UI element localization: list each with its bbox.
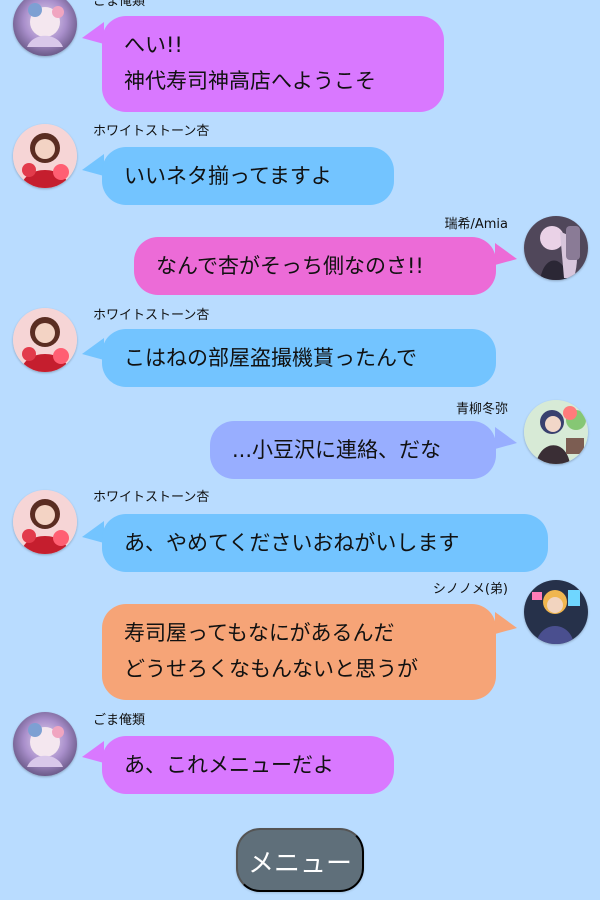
message-bubble[interactable]: なんで杏がそっち側なのさ!!: [134, 237, 496, 295]
bubble-tail: [82, 22, 104, 44]
bubble-tail: [82, 521, 104, 543]
bubble-tail: [82, 741, 104, 763]
sender-name: ごま俺類: [93, 713, 146, 728]
sender-name: 瑞希/Amia: [444, 217, 508, 232]
message-row: ホワイトストーン杏 こはねの部屋盗撮機貰ったんで: [0, 305, 600, 395]
bubble-tail: [82, 338, 104, 360]
avatar-image: [13, 308, 77, 372]
avatar-image: [13, 0, 77, 56]
avatar[interactable]: [524, 216, 588, 280]
message-row: 瑞希/Amia なんで杏がそっち側なのさ!!: [0, 210, 600, 305]
sender-name: ホワイトストーン杏: [93, 490, 210, 505]
avatar[interactable]: [13, 490, 77, 554]
bubble-tail: [82, 154, 104, 176]
message-row: シノノメ(弟) 寿司屋ってもなにがあるんだ どうせろくなもんないと思うが: [0, 580, 600, 705]
bubble-tail: [495, 427, 517, 449]
message-bubble[interactable]: 寿司屋ってもなにがあるんだ どうせろくなもんないと思うが: [102, 604, 496, 700]
sender-name: ホワイトストーン杏: [93, 124, 210, 139]
avatar[interactable]: [13, 712, 77, 776]
avatar-image: [524, 216, 588, 280]
message-bubble[interactable]: へい!! 神代寿司神高店へようこそ: [102, 16, 444, 112]
message-bubble[interactable]: いいネタ揃ってますよ: [102, 147, 394, 205]
sender-name: シノノメ(弟): [432, 582, 508, 597]
avatar-image: [13, 712, 77, 776]
chat-thread: ごま俺類 へい!! 神代寿司神高店へようこそ ホワイトストーン杏 いいネタ揃って…: [0, 0, 600, 900]
message-bubble[interactable]: あ、やめてくださいおねがいします: [102, 514, 548, 572]
avatar-image: [524, 400, 588, 464]
sender-name: ごま俺類: [93, 0, 146, 9]
bubble-tail: [495, 612, 517, 634]
message-row: ホワイトストーン杏 いいネタ揃ってますよ: [0, 120, 600, 210]
avatar[interactable]: [13, 0, 77, 56]
avatar[interactable]: [524, 400, 588, 464]
sender-name: ホワイトストーン杏: [93, 308, 210, 323]
bubble-tail: [495, 243, 517, 265]
message-row: 青柳冬弥 ...小豆沢に連絡、だな: [0, 395, 600, 485]
message-row: ホワイトストーン杏 あ、やめてくださいおねがいします: [0, 490, 600, 580]
message-row: ごま俺類 あ、これメニューだよ: [0, 712, 600, 802]
message-bubble[interactable]: あ、これメニューだよ: [102, 736, 394, 794]
avatar-image: [13, 490, 77, 554]
message-bubble[interactable]: こはねの部屋盗撮機貰ったんで: [102, 329, 496, 387]
sender-name: 青柳冬弥: [455, 402, 508, 417]
avatar[interactable]: [524, 580, 588, 644]
message-bubble[interactable]: ...小豆沢に連絡、だな: [210, 421, 496, 479]
avatar-image: [524, 580, 588, 644]
avatar[interactable]: [13, 308, 77, 372]
avatar-image: [13, 124, 77, 188]
message-row: ごま俺類 へい!! 神代寿司神高店へようこそ: [0, 0, 600, 115]
menu-button[interactable]: メニュー: [236, 828, 364, 892]
avatar[interactable]: [13, 124, 77, 188]
